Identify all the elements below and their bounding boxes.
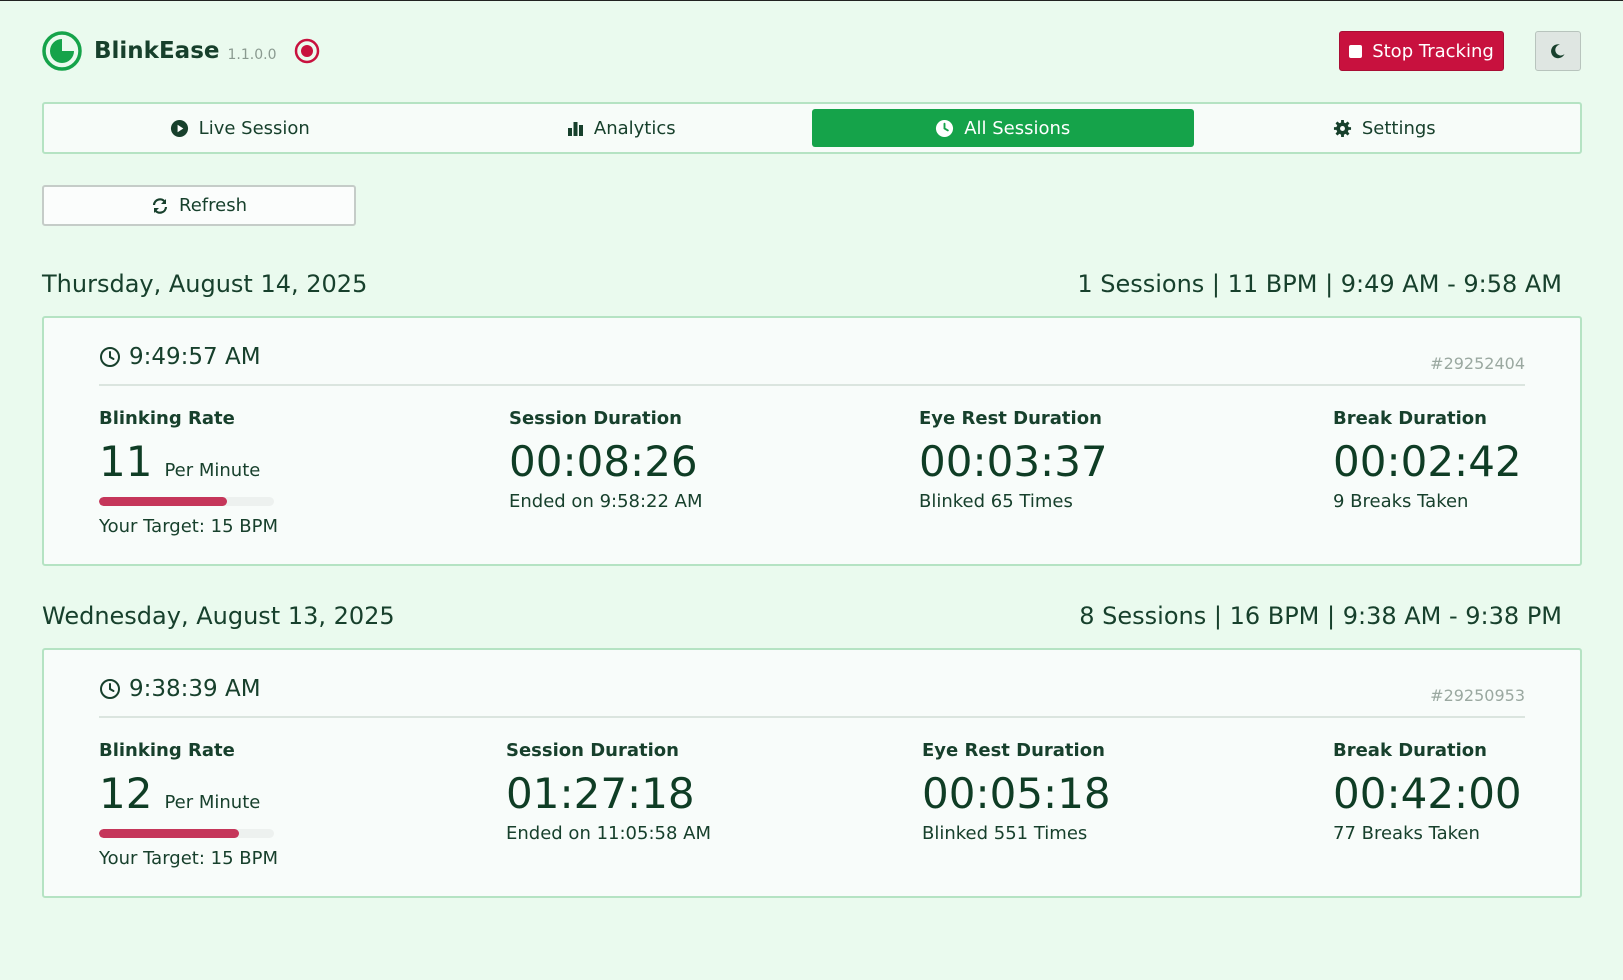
gear-icon [1333, 119, 1351, 137]
metric-label: Blinking Rate [99, 740, 235, 761]
rate-unit: Per Minute [164, 460, 261, 481]
session-ended-time: Ended on 11:05:58 AM [506, 823, 711, 845]
session-duration-metric: Session Duration 00:08:26 Ended on 9:58:… [509, 408, 703, 512]
day-summary: 8 Sessions | 16 BPM | 9:38 AM - 9:38 PM [1079, 602, 1562, 630]
clock-icon [100, 347, 120, 367]
target-rate: Your Target: 15 BPM [99, 516, 278, 538]
session-start-time: 9:49:57 AM [99, 344, 261, 370]
session-ended-time: Ended on 9:58:22 AM [509, 491, 703, 513]
session-card-header: 9:49:57 AM #29252404 [99, 344, 1525, 386]
session-duration-value: 01:27:18 [506, 769, 695, 818]
app-logo-icon [42, 31, 82, 71]
blink-count: Blinked 551 Times [922, 823, 1088, 845]
day-group: Wednesday, August 13, 2025 8 Sessions | … [42, 602, 1582, 898]
stop-tracking-label: Stop Tracking [1372, 40, 1494, 62]
metric-label: Eye Rest Duration [919, 408, 1102, 429]
tab-label: Analytics [593, 117, 676, 139]
stop-tracking-button[interactable]: Stop Tracking [1339, 31, 1504, 71]
rate-progress-fill [99, 497, 227, 507]
tab-all-sessions[interactable]: All Sessions [812, 109, 1194, 147]
break-duration-value: 00:42:00 [1333, 769, 1522, 818]
app-header: BlinkEase 1.1.0.0 Stop Tracking [42, 30, 1581, 74]
app-name: BlinkEase [94, 38, 220, 64]
day-title: Thursday, August 14, 2025 [42, 270, 368, 298]
breaks-count: 9 Breaks Taken [1333, 491, 1469, 513]
refresh-icon [152, 197, 168, 214]
target-rate: Your Target: 15 BPM [99, 848, 278, 870]
rate-progress-bar [99, 497, 274, 507]
tab-analytics[interactable]: Analytics [431, 109, 813, 147]
session-id: #29252404 [1430, 354, 1525, 373]
eye-rest-metric: Eye Rest Duration 00:03:37 Blinked 65 Ti… [919, 408, 1108, 512]
clock-icon [936, 119, 954, 137]
day-title: Wednesday, August 13, 2025 [42, 602, 395, 630]
metric-label: Blinking Rate [99, 408, 235, 429]
session-card: 9:38:39 AM #29250953 Blinking Rate 12 Pe… [42, 648, 1582, 898]
break-duration-value: 00:02:42 [1333, 437, 1522, 486]
app-version: 1.1.0.0 [227, 47, 277, 63]
theme-toggle-button[interactable] [1535, 31, 1581, 71]
session-duration-metric: Session Duration 01:27:18 Ended on 11:05… [506, 740, 711, 844]
day-header: Wednesday, August 13, 2025 8 Sessions | … [42, 602, 1582, 642]
day-header: Thursday, August 14, 2025 1 Sessions | 1… [42, 270, 1582, 310]
tab-label: Settings [1361, 117, 1436, 139]
rate-progress-fill [99, 829, 239, 839]
stop-icon [1349, 44, 1363, 58]
session-card: 9:49:57 AM #29252404 Blinking Rate 11 Pe… [42, 316, 1582, 566]
breaks-count: 77 Breaks Taken [1333, 823, 1480, 845]
tab-settings[interactable]: Settings [1194, 109, 1576, 147]
day-group: Thursday, August 14, 2025 1 Sessions | 1… [42, 270, 1582, 566]
brand: BlinkEase 1.1.0.0 [42, 31, 320, 71]
blink-rate-value: 11 [99, 437, 153, 486]
blinking-rate-metric: Blinking Rate 11 Per Minute Your Target:… [99, 408, 278, 537]
bar-chart-icon [567, 121, 583, 136]
metric-label: Session Duration [509, 408, 682, 429]
recording-indicator-icon [295, 38, 320, 64]
session-card-header: 9:38:39 AM #29250953 [99, 676, 1525, 718]
day-summary: 1 Sessions | 11 BPM | 9:49 AM - 9:58 AM [1077, 270, 1562, 298]
eye-rest-metric: Eye Rest Duration 00:05:18 Blinked 551 T… [922, 740, 1111, 844]
eye-rest-value: 00:03:37 [919, 437, 1108, 486]
moon-icon [1551, 44, 1565, 59]
start-time-text: 9:49:57 AM [129, 344, 261, 370]
metric-label: Break Duration [1333, 740, 1487, 761]
tab-label: Live Session [198, 117, 310, 139]
metric-label: Break Duration [1333, 408, 1487, 429]
blink-count: Blinked 65 Times [919, 491, 1073, 513]
session-duration-value: 00:08:26 [509, 437, 698, 486]
tab-live-session[interactable]: Live Session [49, 109, 431, 147]
rate-unit: Per Minute [164, 792, 261, 813]
refresh-button[interactable]: Refresh [42, 185, 356, 226]
clock-icon [100, 679, 120, 699]
break-duration-metric: Break Duration 00:42:00 77 Breaks Taken [1333, 740, 1522, 844]
metric-label: Session Duration [506, 740, 679, 761]
rate-row: 12 Per Minute [99, 769, 278, 818]
session-start-time: 9:38:39 AM [99, 676, 261, 702]
break-duration-metric: Break Duration 00:02:42 9 Breaks Taken [1333, 408, 1522, 512]
play-circle-icon [170, 119, 188, 137]
session-id: #29250953 [1430, 686, 1525, 705]
blink-rate-value: 12 [99, 769, 153, 818]
refresh-label: Refresh [179, 195, 247, 216]
start-time-text: 9:38:39 AM [129, 676, 261, 702]
rate-progress-bar [99, 829, 274, 839]
tab-label: All Sessions [964, 117, 1071, 139]
metric-label: Eye Rest Duration [922, 740, 1105, 761]
rate-row: 11 Per Minute [99, 437, 278, 486]
eye-rest-value: 00:05:18 [922, 769, 1111, 818]
main-tabs: Live Session Analytics All Sessions Sett… [42, 102, 1582, 154]
blinking-rate-metric: Blinking Rate 12 Per Minute Your Target:… [99, 740, 278, 869]
